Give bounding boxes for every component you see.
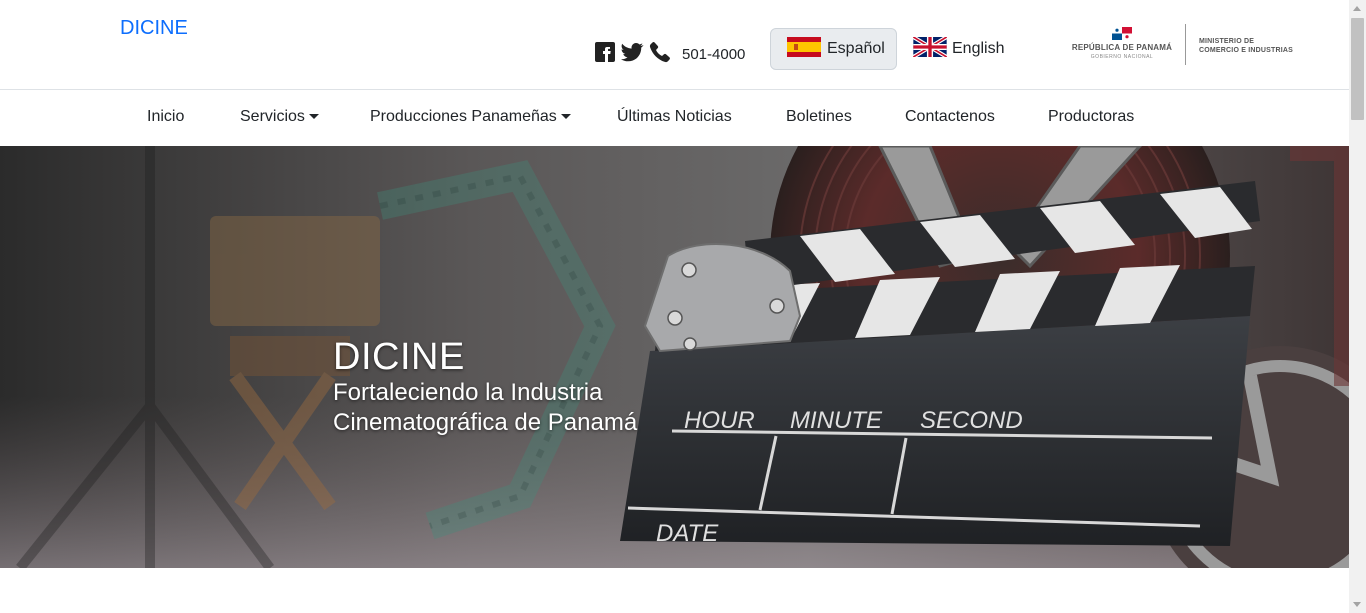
spain-flag-icon [787,36,821,62]
clapper-hour-label: HOUR [684,407,755,434]
nav-label: Producciones Panameñas [370,108,557,125]
nav-label: Inicio [147,108,185,125]
panama-flag-icon [1112,27,1132,45]
brand-link[interactable]: DICINE [120,17,188,40]
scroll-down-arrow-icon[interactable] [1353,602,1361,607]
government-logo[interactable]: REPÚBLICA DE PANAMÁ GOBIERNO NACIONAL MI… [1068,24,1308,68]
nav-item-boletines[interactable]: Boletines [786,108,852,126]
caret-down-icon [308,113,319,119]
twitter-icon[interactable] [620,41,644,63]
nav-label: Contactenos [905,108,995,125]
phone-number[interactable]: 501-4000 [682,46,745,63]
nav-label: Boletines [786,108,852,125]
nav-label: Servicios [240,108,305,125]
republic-logo: REPÚBLICA DE PANAMÁ GOBIERNO NACIONAL [1068,24,1176,60]
scroll-up-arrow-icon[interactable] [1353,6,1361,11]
top-header: DICINE 501-4000 Español English REPÚBLIC… [0,0,1349,90]
logo-divider [1185,24,1186,65]
hero-subtitle-line-2: Cinematográfica de Panamá [333,409,638,436]
nav-item-servicios[interactable]: Servicios [240,108,319,126]
main-nav: Inicio Servicios Producciones Panameñas … [0,91,1349,146]
vertical-scrollbar[interactable] [1349,0,1366,613]
nav-item-producciones[interactable]: Producciones Panameñas [370,108,571,126]
ministry-line-1: MINISTERIO DE [1199,38,1255,45]
contact-links: 501-4000 [594,40,745,64]
page: DICINE 501-4000 Español English REPÚBLIC… [0,0,1366,613]
nav-label: Productoras [1048,108,1135,125]
hero-background-image: HOUR MINUTE SECOND DATE [0,146,1349,568]
caret-down-icon [560,113,571,119]
republic-subtitle: GOBIERNO NACIONAL [1090,54,1154,60]
hero-caption: DICINE Fortaleciendo la Industria Cinema… [333,336,637,438]
hero-title: DICINE [333,336,465,378]
phone-icon[interactable] [648,40,672,64]
clapper-date-label: DATE [656,520,719,547]
uk-flag-icon [912,34,948,62]
nav-item-productoras[interactable]: Productoras [1048,108,1134,126]
language-spanish-button[interactable]: Español [770,28,897,70]
clapper-second-label: SECOND [920,407,1023,434]
language-english-label: English [952,40,1005,57]
ministry-name: MINISTERIO DE COMERCIO E INDUSTRIAS [1199,37,1293,55]
clapper-minute-label: MINUTE [790,407,883,434]
language-english-button[interactable]: English [912,30,1005,68]
hero-subtitle-line-1: Fortaleciendo la Industria [333,379,603,406]
language-spanish-label: Español [827,40,885,57]
nav-label: Últimas Noticias [617,108,732,125]
hero-banner: HOUR MINUTE SECOND DATE DICINE Fortaleci… [0,146,1349,568]
nav-item-contactenos[interactable]: Contactenos [905,108,995,126]
nav-item-inicio[interactable]: Inicio [147,108,184,126]
nav-item-noticias[interactable]: Últimas Noticias [617,108,732,126]
ministry-line-2: COMERCIO E INDUSTRIAS [1199,47,1294,54]
facebook-icon[interactable] [594,41,616,63]
scrollbar-thumb[interactable] [1351,18,1364,120]
